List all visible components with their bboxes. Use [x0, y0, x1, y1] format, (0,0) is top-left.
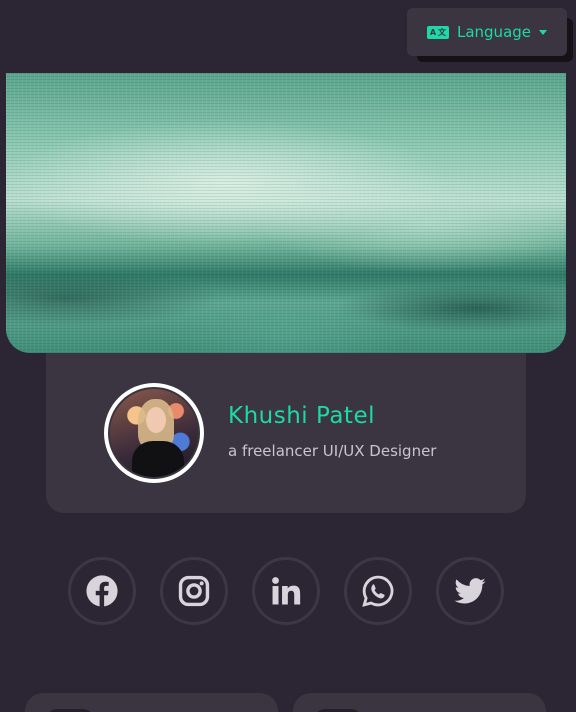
language-dropdown-button[interactable]: A文 Language	[407, 8, 567, 56]
facebook-icon	[86, 575, 118, 607]
profile-role: a freelancer UI/UX Designer	[228, 442, 437, 460]
whatsapp-link[interactable]	[344, 557, 412, 625]
instagram-link[interactable]	[160, 557, 228, 625]
language-label: Language	[456, 23, 532, 41]
facebook-link[interactable]	[68, 557, 136, 625]
bottom-card-right[interactable]	[293, 693, 546, 712]
avatar-photo	[108, 387, 200, 479]
whatsapp-icon	[362, 575, 394, 607]
cover-image	[6, 73, 566, 353]
profile-page: A文 Language Khushi Patel a freelancer UI…	[0, 0, 576, 712]
translate-icon: A文	[426, 25, 449, 39]
linkedin-icon	[272, 577, 301, 605]
twitter-link[interactable]	[436, 557, 504, 625]
linkedin-link[interactable]	[252, 557, 320, 625]
avatar	[104, 383, 204, 483]
profile-name: Khushi Patel	[228, 403, 375, 429]
instagram-icon	[178, 575, 210, 607]
caret-down-icon	[539, 29, 548, 35]
profile-card: Khushi Patel a freelancer UI/UX Designer	[46, 353, 526, 513]
twitter-icon	[454, 578, 486, 604]
bottom-card-left[interactable]	[25, 693, 278, 712]
